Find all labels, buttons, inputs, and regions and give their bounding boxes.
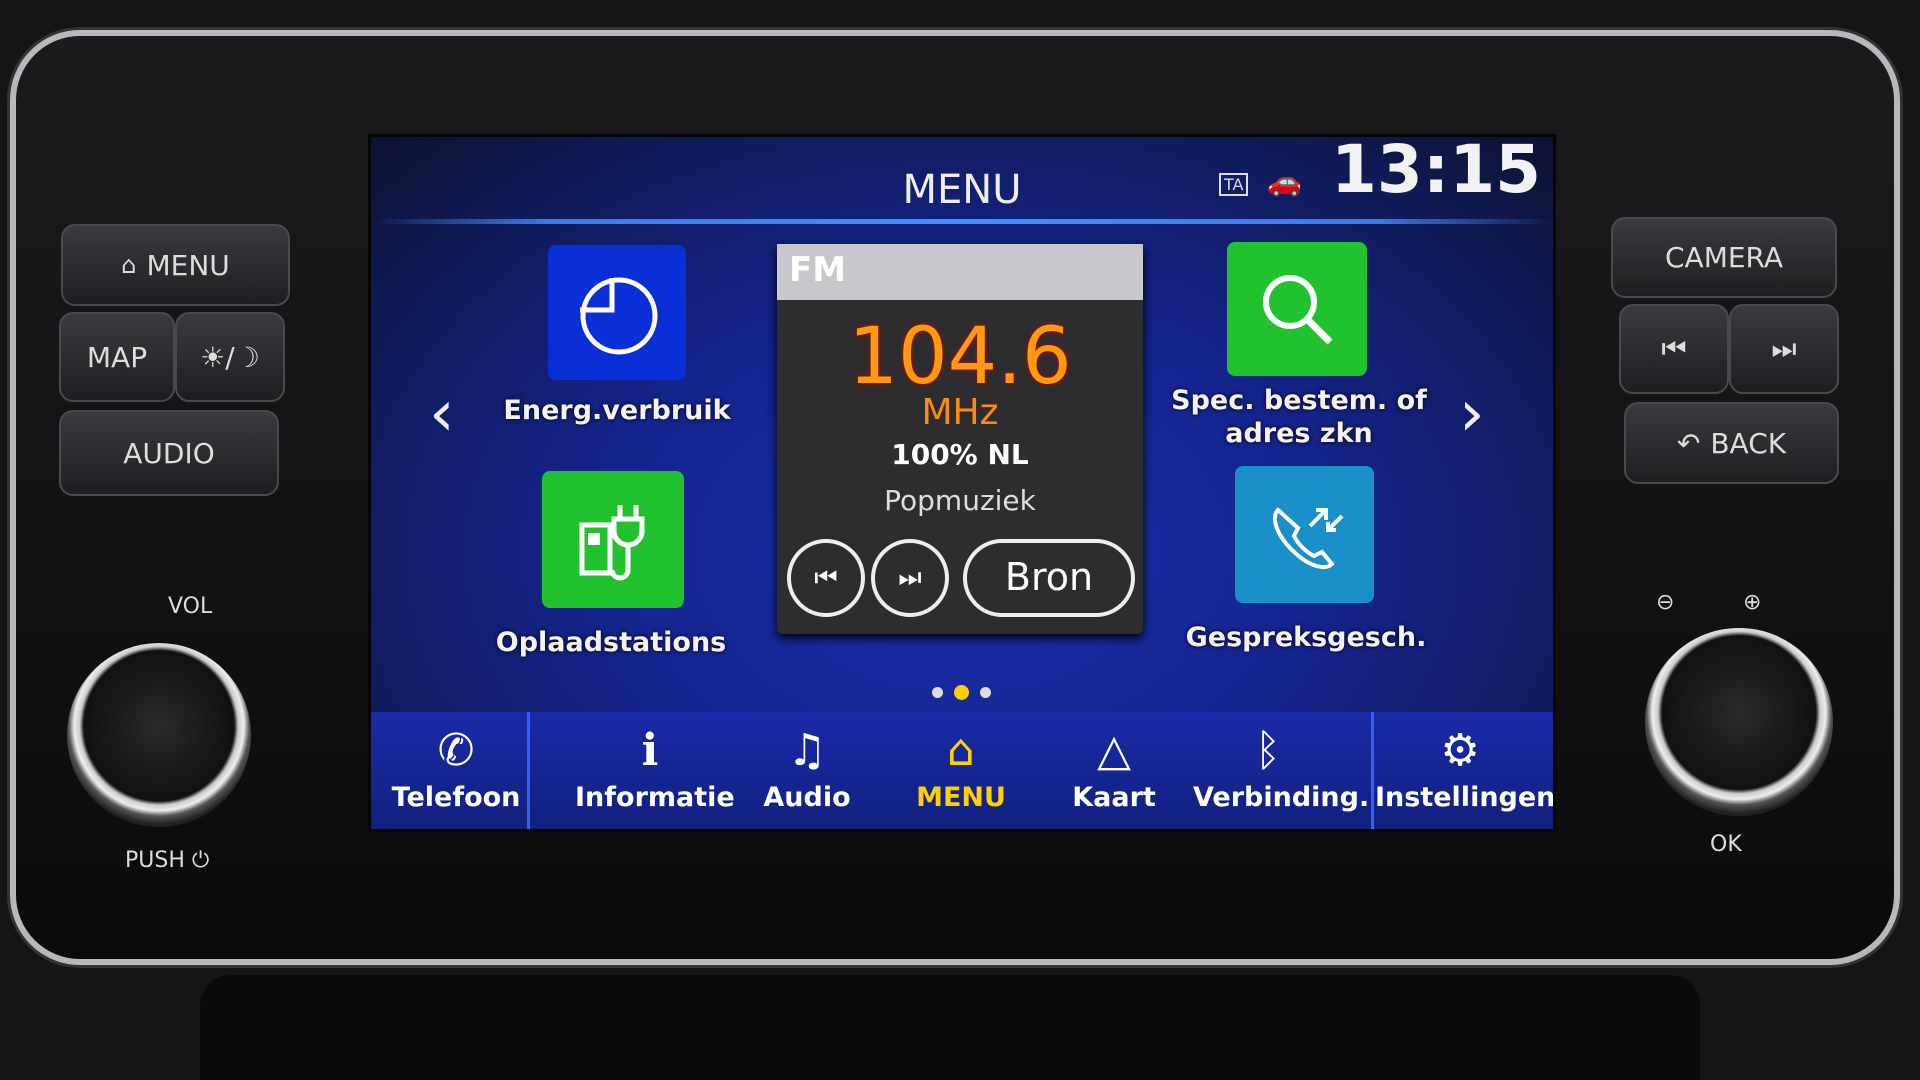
tile-label: Gespreksgesch. <box>1185 622 1427 653</box>
tile-energ-verbruik[interactable] <box>548 245 686 380</box>
hw-prev-button[interactable]: ⏮ <box>1619 304 1729 394</box>
bottom-nav-bar: ✆ Telefoon i Informatie ♫ Audio ⌂ MENU △ Kaar… <box>371 712 1556 829</box>
gear-icon: ⚙ <box>1440 725 1480 776</box>
nav-divider <box>1371 712 1374 829</box>
clock: 13:15 <box>1331 134 1542 208</box>
home-icon: ⌂ <box>947 725 975 776</box>
charging-station-icon <box>579 504 645 580</box>
nav-telefoon[interactable]: ✆ Telefoon <box>381 712 531 829</box>
hw-audio-button[interactable]: AUDIO <box>59 410 279 496</box>
page-dot[interactable] <box>980 687 991 698</box>
station-name: 100% NL <box>891 438 1029 471</box>
ta-badge: TA <box>1219 173 1249 196</box>
tune-knob[interactable] <box>1645 628 1833 816</box>
home-icon: ⌂ <box>121 251 137 279</box>
info-icon: i <box>641 725 659 776</box>
station-genre: Popmuziek <box>884 484 1036 517</box>
hw-menu-label: MENU <box>146 248 230 282</box>
seek-back-button[interactable]: ⏮ <box>787 539 865 617</box>
zoom-out-icon: ⊖ <box>1656 590 1675 615</box>
bluetooth-wifi-icon: ᛒ <box>1254 725 1282 776</box>
hw-back-button[interactable]: ↶ BACK <box>1624 402 1839 484</box>
tile-gespreksgeschiedenis[interactable] <box>1235 466 1374 603</box>
ev-car-icon: 🚗 <box>1267 165 1302 198</box>
tile-search-destination[interactable] <box>1227 242 1367 376</box>
tile-label: Energ.verbruik <box>503 395 731 426</box>
skip-back-icon: ⏮ <box>814 562 838 593</box>
hw-map-button[interactable]: MAP <box>59 312 175 402</box>
nav-verbinding[interactable]: ᛒ Verbinding. <box>1193 712 1370 829</box>
header-divider <box>371 219 1553 224</box>
skip-forward-icon: ⏭ <box>1771 332 1797 365</box>
hw-back-label: BACK <box>1710 426 1787 460</box>
tile-label: Spec. bestem. of <box>1171 385 1427 416</box>
lower-console <box>200 975 1700 1080</box>
nav-informatie[interactable]: i Informatie <box>575 712 735 829</box>
nav-audio[interactable]: ♫ Audio <box>732 712 882 829</box>
hw-menu-button[interactable]: ⌂ MENU <box>61 224 290 306</box>
hw-day-night-button[interactable]: ☀/☽ <box>175 312 285 402</box>
volume-knob[interactable] <box>67 643 251 827</box>
nav-instellingen[interactable]: ⚙ Instellingen <box>1375 712 1556 829</box>
tile-label: Oplaadstations <box>495 627 727 658</box>
hw-next-button[interactable]: ⏭ <box>1729 304 1839 394</box>
touchscreen: MENU TA 🚗 13:15 ‹ › Energ.verbruik Oplaa… <box>368 134 1556 832</box>
nav-menu[interactable]: ⌂ MENU <box>886 712 1036 829</box>
nav-label: Kaart <box>1072 782 1156 813</box>
vol-label: VOL <box>168 594 213 619</box>
tile-label: adres zkn <box>1225 418 1373 449</box>
page-dot[interactable] <box>932 687 943 698</box>
hw-camera-label: CAMERA <box>1664 241 1784 274</box>
nav-label: Informatie <box>575 782 735 813</box>
nav-label: MENU <box>916 782 1006 813</box>
radio-band: FM <box>777 244 1143 300</box>
back-arrow-icon: ↶ <box>1676 426 1701 460</box>
nav-label: Audio <box>763 782 851 813</box>
push-text: PUSH <box>125 848 185 873</box>
skip-back-icon: ⏮ <box>1661 332 1687 365</box>
hw-map-label: MAP <box>86 340 148 374</box>
pie-chart-icon <box>580 277 658 354</box>
prev-page-arrow-icon[interactable]: ‹ <box>429 377 455 451</box>
hw-audio-label: AUDIO <box>123 436 215 470</box>
source-button[interactable]: Bron <box>963 539 1135 617</box>
tile-oplaadstations[interactable] <box>542 471 684 608</box>
nav-label: Telefoon <box>391 782 521 813</box>
phone-icon: ✆ <box>437 725 475 776</box>
hw-camera-button[interactable]: CAMERA <box>1611 217 1837 298</box>
next-page-arrow-icon[interactable]: › <box>1459 377 1485 451</box>
day-night-icon: ☀/☽ <box>200 340 260 374</box>
search-icon <box>1263 275 1333 345</box>
radio-widget[interactable]: FM 104.6 MHz 100% NL Popmuziek ⏮ ⏭ Bron <box>777 244 1143 634</box>
nav-kaart[interactable]: △ Kaart <box>1039 712 1189 829</box>
radio-frequency: 104.6 <box>848 312 1072 402</box>
page-dot-active[interactable] <box>954 685 969 700</box>
seek-forward-button[interactable]: ⏭ <box>871 539 949 617</box>
call-history-icon <box>1272 506 1343 569</box>
skip-forward-icon: ⏭ <box>898 562 922 593</box>
power-icon: ⏻ <box>191 848 210 873</box>
nav-label: Verbinding. <box>1193 782 1370 813</box>
push-label: PUSH ⏻ <box>125 848 209 873</box>
zoom-in-icon: ⊕ <box>1743 590 1762 615</box>
nav-label: Instellingen <box>1375 782 1556 813</box>
music-note-icon: ♫ <box>787 725 827 776</box>
ok-label: OK <box>1710 832 1742 857</box>
navigation-arrow-icon: △ <box>1097 725 1131 776</box>
frequency-unit: MHz <box>921 392 999 433</box>
